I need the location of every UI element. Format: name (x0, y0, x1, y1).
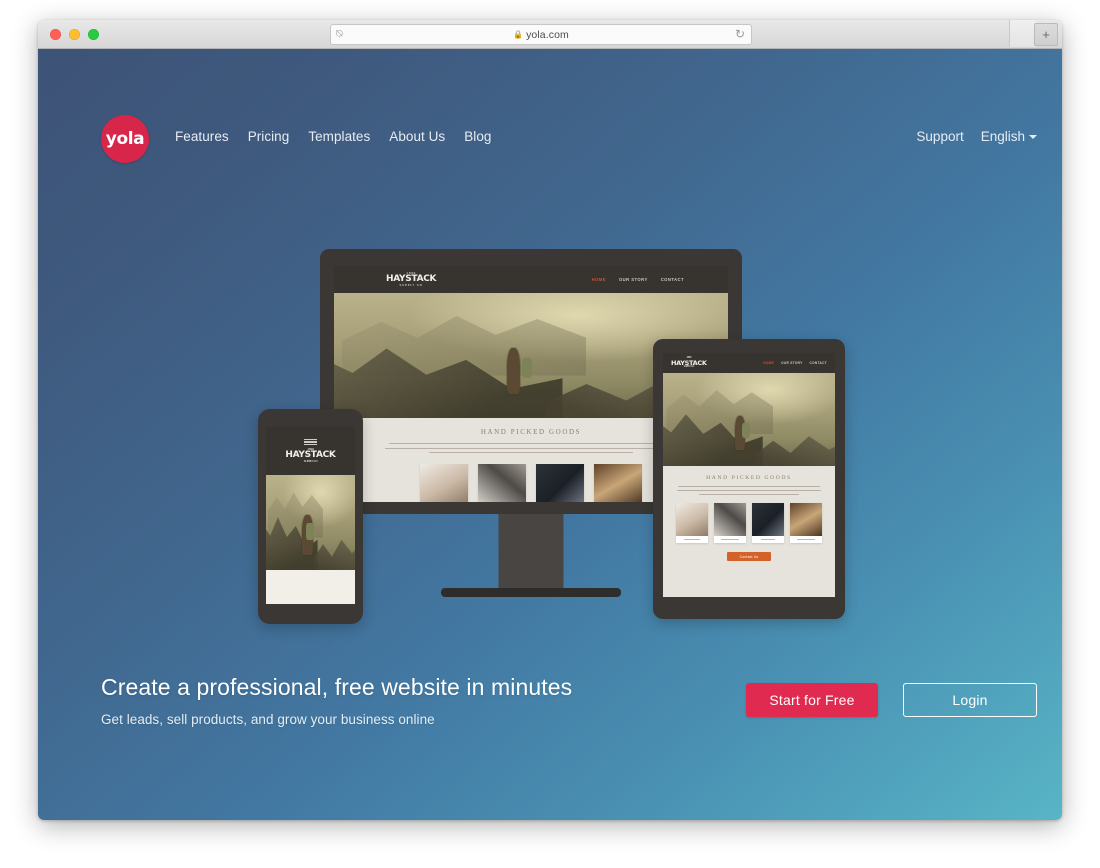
product-card[interactable] (536, 464, 584, 502)
device-mockups: 1899 HAYSTACK SUPPLY CO HOME OUR STORY C… (38, 49, 1062, 659)
mockup-goods-section-phone (266, 570, 355, 604)
haystack-logo-tablet: 1899 HAYSTACK SUPPLY CO (671, 356, 707, 368)
tablet-mockup: 1899 HAYSTACK SUPPLY CO HOME OUR STORY C… (653, 339, 845, 619)
mockup-nav-our-story[interactable]: OUR STORY (619, 277, 648, 282)
mockup-header-tablet: 1899 HAYSTACK SUPPLY CO HOME OUR STORY C… (663, 353, 835, 373)
product-card[interactable] (478, 464, 526, 502)
mockup-nav-contact[interactable]: CONTACT (810, 361, 827, 365)
hiker-backpack (306, 522, 315, 540)
url-text: yola.com (526, 28, 569, 41)
mockup-section-body-tablet (663, 486, 835, 495)
tablet-body: 1899 HAYSTACK SUPPLY CO HOME OUR STORY C… (653, 339, 845, 619)
monitor-stand-neck (498, 514, 564, 591)
product-card[interactable] (676, 503, 708, 543)
mockup-contact-button-label: Contact Us (739, 554, 759, 559)
reload-icon[interactable]: ↻ (735, 27, 745, 41)
tablet-screen: 1899 HAYSTACK SUPPLY CO HOME OUR STORY C… (663, 353, 835, 597)
mockup-goods-section-tablet: HAND PICKED GOODS Contact Us (663, 466, 835, 597)
monitor-stand-base (441, 588, 621, 597)
mockup-nav-home[interactable]: HOME (592, 277, 606, 282)
reader-view-icon[interactable]: ⍉ (336, 28, 343, 40)
mockup-hero-photo-phone (266, 475, 355, 570)
lock-icon: 🔒 (513, 29, 524, 39)
product-card[interactable] (790, 503, 822, 543)
hero-copy: Create a professional, free website in m… (101, 674, 572, 727)
start-for-free-button[interactable]: Start for Free (746, 683, 878, 717)
product-card[interactable] (420, 464, 468, 502)
browser-window: ⍉ 🔒 yola.com ↻ + yola Features Pricing T… (38, 20, 1062, 820)
mockup-nav-desktop: HOME OUR STORY CONTACT (592, 277, 684, 282)
page-title: Create a professional, free website in m… (101, 674, 573, 700)
mockup-contact-button[interactable]: Contact Us (727, 552, 771, 561)
address-bar[interactable]: ⍉ 🔒 yola.com ↻ (330, 24, 752, 45)
maximize-window-button[interactable] (88, 29, 99, 40)
mockup-hero-photo-tablet (663, 373, 835, 466)
mockup-header-desktop: 1899 HAYSTACK SUPPLY CO HOME OUR STORY C… (334, 266, 728, 293)
mockup-nav-our-story[interactable]: OUR STORY (781, 361, 802, 365)
cta-button-row: Start for Free Login (746, 683, 1037, 717)
mockup-nav-contact[interactable]: CONTACT (661, 277, 684, 282)
mockup-section-title-tablet: HAND PICKED GOODS (706, 475, 792, 481)
login-button[interactable]: Login (903, 683, 1037, 717)
haystack-logo-desktop: 1899 HAYSTACK SUPPLY CO (386, 272, 437, 287)
product-card[interactable] (714, 503, 746, 543)
page-subtitle: Get leads, sell products, and grow your … (101, 712, 435, 727)
hamburger-menu-icon[interactable] (304, 439, 317, 445)
product-card[interactable] (594, 464, 642, 502)
haystack-logo-phone: 1899 HAYSTACK SUPPLY CO (285, 448, 336, 463)
close-window-button[interactable] (50, 29, 61, 40)
mockup-nav-tablet: HOME OUR STORY CONTACT (763, 361, 827, 365)
phone-body: 1899 HAYSTACK SUPPLY CO (258, 409, 363, 624)
hiker-backpack (521, 358, 532, 378)
url-display: 🔒 yola.com (513, 29, 569, 41)
haystack-logo-sub: SUPPLY CO (303, 459, 318, 463)
product-card[interactable] (752, 503, 784, 543)
hero-page: yola Features Pricing Templates About Us… (38, 49, 1062, 820)
hiker-backpack (742, 423, 751, 439)
phone-screen: 1899 HAYSTACK SUPPLY CO (266, 427, 355, 604)
mockup-nav-home[interactable]: HOME (763, 361, 774, 365)
tab-strip-edge (1009, 20, 1036, 47)
smartphone-mockup: 1899 HAYSTACK SUPPLY CO (258, 409, 363, 624)
hiker-figure (507, 348, 521, 394)
window-controls (50, 29, 99, 40)
new-tab-button[interactable]: + (1034, 23, 1058, 46)
minimize-window-button[interactable] (69, 29, 80, 40)
browser-chrome-bar: ⍉ 🔒 yola.com ↻ + (38, 20, 1062, 49)
haystack-logo-sub: SUPPLY CO (399, 283, 423, 287)
mockup-product-cards-tablet (663, 503, 835, 543)
mockup-header-phone: 1899 HAYSTACK SUPPLY CO (266, 427, 355, 475)
